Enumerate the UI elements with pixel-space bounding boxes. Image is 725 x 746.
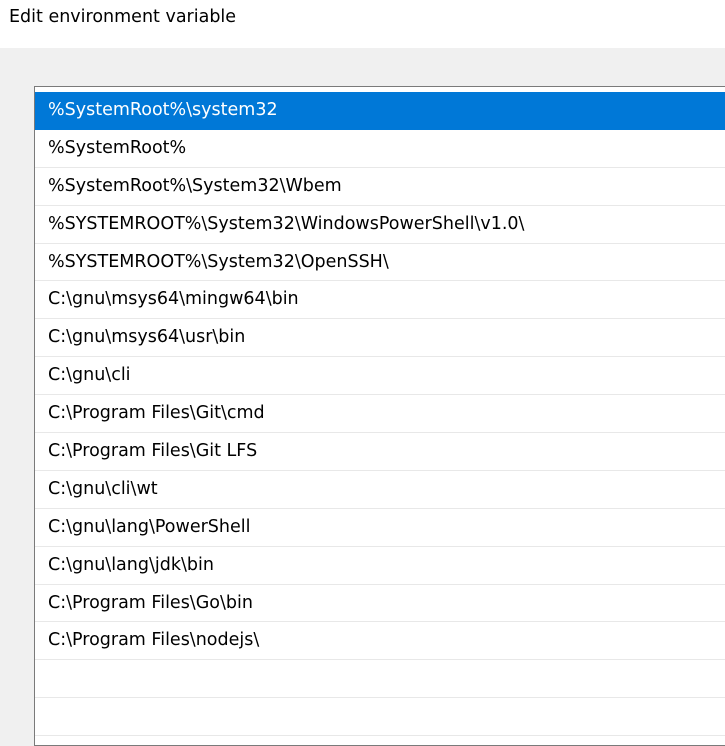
list-item-text: C:\gnu\msys64\usr\bin [48,327,246,348]
list-item-selected[interactable]: %SystemRoot%\system32 [35,92,725,130]
list-item-empty[interactable] [35,698,725,737]
list-item-text: C:\gnu\cli\wt [48,478,158,499]
list-item[interactable]: C:\Program Files\Git\cmd [35,395,725,434]
list-item[interactable]: %SYSTEMROOT%\System32\WindowsPowerShell\… [35,206,725,244]
list-item-text: %SYSTEMROOT%\System32\WindowsPowerShell\… [48,213,525,234]
list-item-text: C:\Program Files\Git LFS [48,441,258,462]
list-item[interactable]: C:\gnu\lang\PowerShell [35,509,725,547]
list-item-text: C:\gnu\cli [48,365,131,386]
list-item[interactable]: C:\Program Files\Git LFS [35,433,725,471]
list-item[interactable]: C:\gnu\msys64\usr\bin [35,319,725,358]
list-item[interactable]: %SystemRoot% [35,130,725,168]
list-item-text: C:\Program Files\Git\cmd [48,403,265,424]
list-item[interactable]: %SystemRoot%\System32\Wbem [35,168,725,206]
list-item-text: %SYSTEMROOT%\System32\OpenSSH\ [48,251,389,272]
list-item[interactable]: C:\gnu\cli [35,357,725,396]
list-item[interactable]: C:\gnu\lang\jdk\bin [35,547,725,585]
list-item[interactable]: C:\Program Files\Go\bin [35,585,725,623]
list-item-text: C:\gnu\lang\jdk\bin [48,554,214,575]
list-item-text: %SystemRoot%\system32 [48,100,278,120]
list-item[interactable]: C:\Program Files\nodejs\ [35,622,725,661]
list-item[interactable]: C:\gnu\msys64\mingw64\bin [35,281,725,320]
path-list[interactable]: %SystemRoot%\system32 %SystemRoot% %Syst… [34,86,725,746]
list-item-text: C:\gnu\lang\PowerShell [48,516,251,537]
path-list-rows: %SystemRoot%\system32 %SystemRoot% %Syst… [35,92,725,737]
list-item-text: %SystemRoot% [48,137,187,158]
dialog-title: Edit environment variable [9,7,237,27]
dialog-titlebar[interactable]: Edit environment variable [0,0,725,48]
list-item-text: C:\Program Files\nodejs\ [48,630,260,651]
list-item[interactable]: %SYSTEMROOT%\System32\OpenSSH\ [35,244,725,282]
list-item-empty[interactable] [35,660,725,699]
list-item-text: C:\Program Files\Go\bin [48,592,253,613]
list-item-text: C:\gnu\msys64\mingw64\bin [48,289,299,310]
list-item-text: %SystemRoot%\System32\Wbem [48,175,342,196]
list-item[interactable]: C:\gnu\cli\wt [35,471,725,509]
